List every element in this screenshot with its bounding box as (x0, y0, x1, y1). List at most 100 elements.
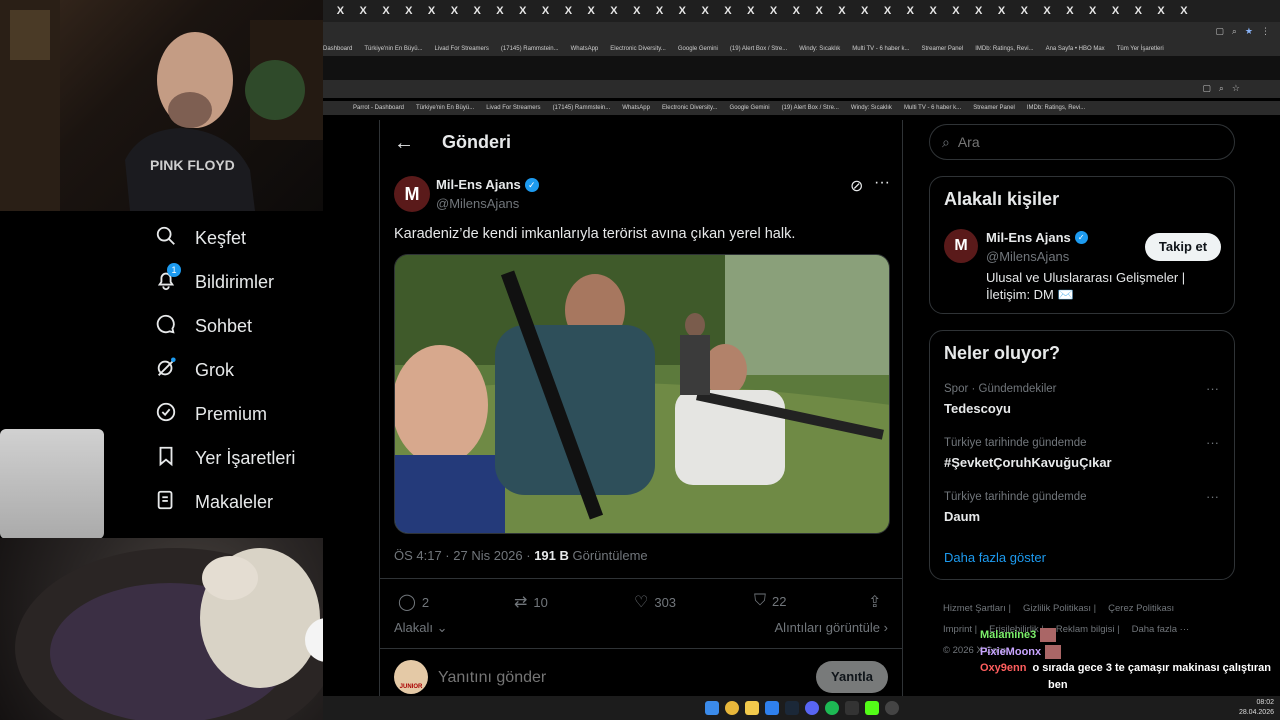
browser-tab[interactable]: X (945, 5, 968, 17)
bookmark-item[interactable]: Streamer Panel (973, 105, 1015, 111)
browser-tab[interactable]: X (694, 5, 717, 17)
browser-tab[interactable]: X (1127, 5, 1150, 17)
browser-tab[interactable]: X (1013, 5, 1036, 17)
follow-button[interactable]: Takip et (1145, 233, 1221, 261)
bookmark-item[interactable]: WhatsApp (571, 46, 599, 52)
browser-tab[interactable]: X (466, 5, 489, 17)
bookmark-item[interactable]: Livad For Streamers (435, 46, 489, 52)
browser-tab[interactable]: X (967, 5, 990, 17)
nav-item-search[interactable]: Keşfet (155, 225, 246, 252)
browser-tab[interactable]: X (534, 5, 557, 17)
nav-item-verified[interactable]: Premium (155, 401, 267, 428)
bookmark-item[interactable]: Tüm Yer İşaretleri (1117, 46, 1164, 52)
steam-icon[interactable] (784, 701, 799, 715)
start-icon[interactable] (704, 701, 719, 715)
bookmark-item[interactable]: (17145) Rammstein... (501, 46, 559, 52)
browser-tab[interactable]: X (443, 5, 466, 17)
repost-button[interactable]: ⇄ 10 (514, 592, 548, 612)
browser-tab[interactable]: X (420, 5, 443, 17)
author-name[interactable]: Mil-Ens Ajans (436, 177, 521, 192)
footer-link[interactable]: Hizmet Şartları | (943, 603, 1011, 614)
address-bar-secondary[interactable]: ▢ ⌕ ☆ (323, 80, 1280, 98)
back-arrow-icon[interactable]: ← (394, 132, 414, 155)
bookmark-item[interactable]: IMDb: Ratings, Revi... (1027, 105, 1085, 111)
reply-button[interactable]: ◯ 2 (398, 592, 429, 612)
search-box[interactable]: ⌕ (929, 124, 1235, 160)
zoom-icon[interactable]: ⌕ (1219, 83, 1224, 94)
person-handle[interactable]: @MilensAjans (986, 249, 1069, 264)
browser-tab[interactable]: X (785, 5, 808, 17)
star-icon[interactable]: ★ (1245, 26, 1253, 37)
browser-tab[interactable]: X (1172, 5, 1195, 17)
extension-icon[interactable]: ▢ (1215, 26, 1224, 37)
browser-tab[interactable]: X (808, 5, 831, 17)
person-name-row[interactable]: Mil-Ens Ajans ✓ (986, 230, 1088, 245)
browser-tab[interactable]: X (762, 5, 785, 17)
author-name-row[interactable]: Mil-Ens Ajans ✓ (436, 177, 539, 192)
store-icon[interactable] (764, 701, 779, 715)
reply-input[interactable] (438, 665, 798, 691)
browser-tab[interactable]: X (511, 5, 534, 17)
menu-icon[interactable]: ⋮ (1261, 26, 1270, 37)
browser-tab[interactable]: X (397, 5, 420, 17)
grok-explain-icon[interactable]: ⊘ (850, 176, 863, 196)
bookmark-item[interactable]: Google Gemini (730, 105, 770, 111)
reply-avatar[interactable]: JUNIOR (394, 660, 428, 694)
star-icon[interactable]: ☆ (1232, 83, 1240, 94)
browser-tab[interactable]: X (489, 5, 512, 17)
browser-tab[interactable]: X (1081, 5, 1104, 17)
browser-tab[interactable]: X (557, 5, 580, 17)
browser-tab[interactable]: X (329, 5, 352, 17)
browser-tab[interactable]: X (1059, 5, 1082, 17)
browser-tab[interactable]: X (717, 5, 740, 17)
bookmark-item[interactable]: Electronic Diversity... (610, 46, 666, 52)
discord-icon[interactable] (804, 701, 819, 715)
browser-tab[interactable]: X (603, 5, 626, 17)
chrome-icon[interactable] (724, 701, 739, 715)
bookmark-item[interactable]: Ana Sayfa • HBO Max (1046, 46, 1105, 52)
browser-tab[interactable]: X (922, 5, 945, 17)
browser-tab[interactable]: X (625, 5, 648, 17)
author-handle[interactable]: @MilensAjans (436, 196, 519, 211)
nav-item-article[interactable]: Makaleler (155, 489, 273, 516)
related-dropdown[interactable]: Alakalı ⌄ (394, 620, 448, 636)
nav-item-bookmark[interactable]: Yer İşaretleri (155, 445, 295, 472)
post-image[interactable] (394, 254, 890, 534)
like-button[interactable]: ♡ 303 (634, 592, 676, 612)
browser-tab[interactable]: X (671, 5, 694, 17)
browser-tab[interactable]: X (1150, 5, 1173, 17)
more-options-icon[interactable]: ··· (874, 174, 890, 192)
trend-more-icon[interactable]: ··· (1206, 489, 1219, 504)
reply-submit-button[interactable]: Yanıtla (816, 661, 888, 693)
bookmark-item[interactable]: Parrot - Dashboard (353, 105, 404, 111)
bookmark-item[interactable]: Multi TV - 6 haber k... (852, 46, 909, 52)
bookmark-item[interactable]: Windy: Sıcaklık (799, 46, 840, 52)
extension-icon[interactable]: ▢ (1202, 83, 1211, 94)
clock[interactable]: 08:02 28.04.2026 (1239, 698, 1274, 718)
zoom-icon[interactable]: ⌕ (1232, 26, 1237, 37)
browser-tab[interactable]: X (739, 5, 762, 17)
footer-link[interactable]: Çerez Politikası (1108, 603, 1174, 614)
nav-item-chat[interactable]: Sohbet (155, 313, 252, 340)
bookmark-item[interactable]: Livad For Streamers (486, 105, 540, 111)
bookmark-item[interactable]: (19) Alert Box / Stre... (782, 105, 839, 111)
trend-name[interactable]: #ŞevketÇoruhKavuğuÇıkar (944, 455, 1112, 470)
browser-tab[interactable]: X (648, 5, 671, 17)
browser-tab[interactable]: X (375, 5, 398, 17)
bookmark-item[interactable]: Streamer Panel (922, 46, 964, 52)
trend-more-icon[interactable]: ··· (1206, 381, 1219, 396)
browser-tab[interactable]: X (580, 5, 603, 17)
person-name[interactable]: Mil-Ens Ajans (986, 230, 1071, 245)
bookmark-item[interactable]: Türkiye'nin En Büyü... (416, 105, 474, 111)
bookmark-item[interactable]: Windy: Sıcaklık (851, 105, 892, 111)
browser-tab[interactable]: X (990, 5, 1013, 17)
browser-tab[interactable]: X (831, 5, 854, 17)
bookmark-item[interactable]: Türkiye'nin En Büyü... (364, 46, 422, 52)
browser-tab[interactable]: X (1104, 5, 1127, 17)
bookmark-item[interactable]: IMDb: Ratings, Revi... (975, 46, 1033, 52)
epic-icon[interactable] (844, 701, 859, 715)
show-more-link[interactable]: Daha fazla göster (944, 550, 1046, 565)
post-time[interactable]: ÖS 4:17 · 27 Nis 2026 · (394, 548, 534, 563)
person-avatar[interactable]: M (944, 229, 978, 263)
bookmark-item[interactable]: Dashboard (323, 46, 352, 52)
